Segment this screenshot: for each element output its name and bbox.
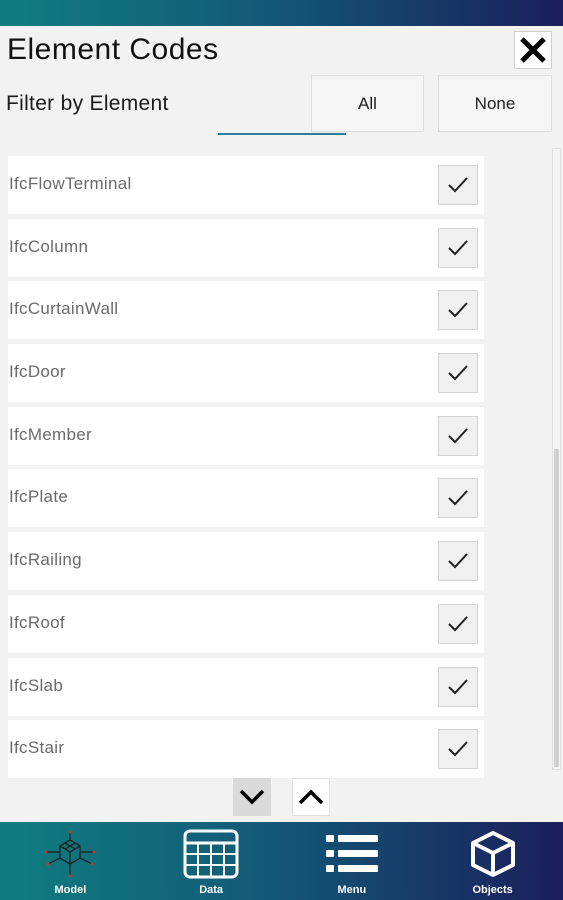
model-icon (44, 830, 96, 878)
list-item: IfcRailing (8, 532, 484, 591)
list-item: IfcFlowTerminal (8, 156, 484, 214)
element-checkbox[interactable] (438, 353, 478, 394)
scrollbar[interactable] (552, 148, 561, 770)
list-item: IfcPlate (8, 469, 484, 528)
element-checkbox[interactable] (438, 603, 478, 644)
close-button[interactable] (514, 31, 552, 69)
page-title: Element Codes (7, 33, 219, 66)
element-list: IfcFlowTerminal IfcColumn IfcCurtainWall… (8, 156, 484, 783)
element-label: IfcColumn (9, 236, 89, 256)
checkmark-icon (448, 616, 468, 632)
all-button[interactable]: All (311, 75, 424, 132)
nav-item-objects[interactable]: Objects (422, 822, 563, 900)
scroll-down-button[interactable] (233, 778, 271, 816)
checkmark-icon (448, 678, 468, 694)
element-checkbox[interactable] (438, 227, 478, 268)
list-item: IfcSlab (8, 657, 484, 716)
element-checkbox[interactable] (438, 290, 478, 331)
none-button[interactable]: None (438, 75, 552, 132)
element-label: IfcRailing (9, 550, 82, 570)
nav-item-model[interactable]: Model (0, 822, 141, 900)
top-status-bar (0, 0, 563, 26)
bottom-nav-bar: Model Data Menu Objects (0, 822, 563, 900)
checkmark-icon (448, 428, 468, 444)
element-label: IfcMember (9, 424, 92, 444)
list-item: IfcStair (8, 720, 484, 779)
list-item: IfcColumn (8, 218, 484, 277)
nav-label: Objects (472, 884, 513, 896)
cube-icon (470, 831, 515, 877)
tab-indicator (218, 133, 346, 135)
checkmark-icon (448, 365, 468, 381)
element-checkbox[interactable] (438, 541, 478, 582)
nav-item-data[interactable]: Data (141, 822, 282, 900)
element-label: IfcFlowTerminal (9, 174, 132, 193)
list-item: IfcRoof (8, 594, 484, 653)
scroll-up-button[interactable] (292, 778, 330, 816)
checkmark-icon (448, 553, 468, 569)
filter-label: Filter by Element (6, 92, 169, 115)
checkmark-icon (448, 741, 468, 757)
nav-item-menu[interactable]: Menu (282, 822, 423, 900)
chevron-down-icon (239, 789, 265, 805)
element-checkbox[interactable] (438, 729, 478, 770)
checkmark-icon (448, 302, 468, 318)
list-item: IfcDoor (8, 344, 484, 403)
element-checkbox[interactable] (438, 666, 478, 707)
element-label: IfcSlab (9, 675, 64, 695)
nav-label: Data (199, 884, 224, 896)
element-label: IfcPlate (9, 487, 69, 507)
list-icon (325, 835, 378, 872)
element-checkbox[interactable] (438, 165, 478, 205)
nav-label: Model (54, 884, 87, 896)
nav-label: Menu (337, 884, 367, 896)
chevron-up-icon (298, 789, 324, 805)
scrollbar-thumb[interactable] (554, 449, 559, 767)
checkmark-icon (448, 490, 468, 506)
checkmark-icon (448, 177, 468, 193)
element-label: IfcDoor (9, 362, 66, 382)
element-checkbox[interactable] (438, 478, 478, 519)
close-icon (520, 37, 546, 63)
element-checkbox[interactable] (438, 415, 478, 456)
element-label: IfcCurtainWall (9, 299, 119, 319)
list-item: IfcMember (8, 406, 484, 465)
list-item: IfcCurtainWall (8, 281, 484, 340)
element-label: IfcRoof (9, 612, 65, 632)
table-icon (183, 829, 239, 879)
element-label: IfcStair (9, 738, 65, 758)
checkmark-icon (448, 240, 468, 256)
